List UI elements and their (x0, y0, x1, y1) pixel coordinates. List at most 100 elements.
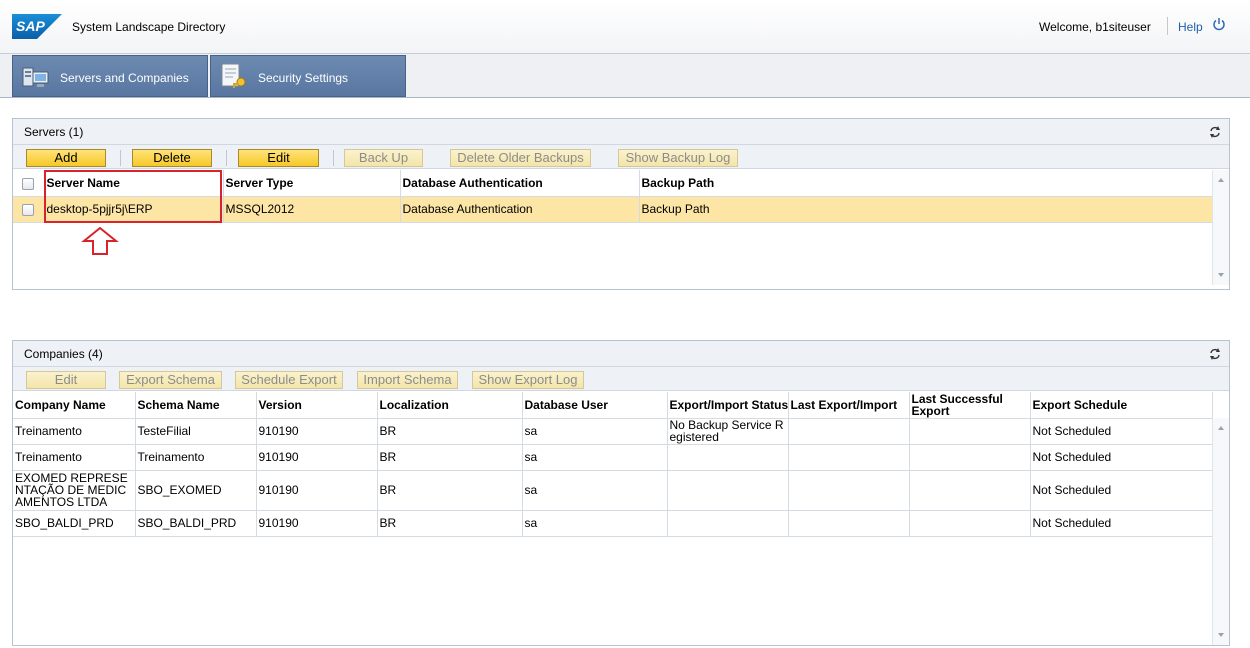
col-schema-name[interactable]: Schema Name (135, 392, 257, 419)
select-all-checkbox[interactable] (22, 177, 35, 190)
companies-scrollbar[interactable] (1212, 418, 1229, 645)
last-export-import-cell (788, 470, 910, 511)
show-backup-log-button[interactable]: Show Backup Log (618, 149, 738, 167)
refresh-icon[interactable] (1209, 126, 1221, 138)
col-last-export-import[interactable]: Last Export/Import (788, 392, 910, 419)
col-export-import-status[interactable]: Export/Import Status (667, 392, 789, 419)
tab-label: Servers and Companies (60, 71, 189, 85)
col-database-user[interactable]: Database User (522, 392, 668, 419)
svg-text:SAP: SAP (16, 18, 45, 34)
version-cell: 910190 (256, 510, 378, 537)
col-export-schedule[interactable]: Export Schedule (1030, 392, 1213, 419)
export-schema-button[interactable]: Export Schema (119, 371, 222, 389)
localization-cell: BR (377, 470, 523, 511)
company-name-cell: SBO_BALDI_PRD (13, 510, 136, 537)
export-schedule-cell: Not Scheduled (1030, 444, 1213, 471)
col-db-auth[interactable]: Database Authentication (400, 170, 640, 197)
annotation-highlight-box (44, 170, 222, 223)
toolbar-separator (120, 150, 121, 166)
table-row[interactable]: Treinamento Treinamento 910190 BR sa Not… (13, 444, 1213, 471)
row-checkbox[interactable] (22, 203, 35, 216)
col-backup-path[interactable]: Backup Path (639, 170, 1213, 197)
tab-servers-and-companies[interactable]: Servers and Companies (12, 55, 208, 97)
table-row[interactable]: Treinamento TesteFilial 910190 BR sa No … (13, 418, 1213, 445)
show-export-log-button[interactable]: Show Export Log (472, 371, 584, 389)
export-import-status-cell (667, 470, 789, 511)
back-up-button[interactable]: Back Up (344, 149, 423, 167)
col-last-successful-export[interactable]: Last Successful Export (909, 392, 1031, 419)
database-user-cell: sa (522, 510, 668, 537)
export-schedule-cell: Not Scheduled (1030, 470, 1213, 511)
schema-name-cell: SBO_BALDI_PRD (135, 510, 257, 537)
last-successful-export-cell (909, 470, 1031, 511)
company-name-cell: EXOMED REPRESENTAÇÃO DE MEDICAMENTOS LTD… (13, 470, 136, 511)
servers-icon (22, 67, 49, 87)
edit-company-button[interactable]: Edit (26, 371, 106, 389)
header-divider (1167, 17, 1168, 35)
welcome-text: Welcome, b1siteuser (1039, 20, 1151, 34)
last-successful-export-cell (909, 444, 1031, 471)
edit-button[interactable]: Edit (238, 149, 319, 167)
servers-panel-title: Servers (1) (24, 125, 84, 139)
tab-security-settings[interactable]: Security Settings (210, 55, 406, 97)
app-title: System Landscape Directory (72, 20, 226, 34)
server-type-cell: MSSQL2012 (223, 196, 401, 223)
toolbar-separator (226, 150, 227, 166)
app-header: SAP System Landscape Directory Welcome, … (0, 0, 1250, 54)
scroll-up-icon[interactable] (1217, 424, 1225, 432)
export-schedule-cell: Not Scheduled (1030, 510, 1213, 537)
sap-logo: SAP (12, 14, 62, 39)
export-import-status-cell (667, 510, 789, 537)
companies-panel-header: Companies (4) (13, 341, 1229, 367)
company-name-cell: Treinamento (13, 444, 136, 471)
database-user-cell: sa (522, 418, 668, 445)
last-export-import-cell (788, 510, 910, 537)
version-cell: 910190 (256, 470, 378, 511)
schema-name-cell: TesteFilial (135, 418, 257, 445)
tab-label: Security Settings (258, 71, 349, 85)
localization-cell: BR (377, 510, 523, 537)
delete-button[interactable]: Delete (132, 149, 212, 167)
localization-cell: BR (377, 418, 523, 445)
schema-name-cell: Treinamento (135, 444, 257, 471)
help-link[interactable]: Help (1178, 20, 1203, 34)
db-auth-cell: Database Authentication (400, 196, 640, 223)
companies-panel: Companies (4) Edit Export Schema Schedul… (12, 340, 1230, 646)
col-version[interactable]: Version (256, 392, 378, 419)
servers-panel-header: Servers (1) (13, 119, 1229, 145)
refresh-icon[interactable] (1209, 348, 1221, 360)
version-cell: 910190 (256, 444, 378, 471)
companies-panel-title: Companies (4) (24, 347, 103, 361)
import-schema-button[interactable]: Import Schema (357, 371, 458, 389)
servers-scrollbar[interactable] (1212, 170, 1229, 285)
row-select-cell (13, 196, 45, 223)
backup-path-cell: Backup Path (639, 196, 1213, 223)
col-server-type[interactable]: Server Type (223, 170, 401, 197)
delete-older-backups-button[interactable]: Delete Older Backups (450, 149, 591, 167)
export-import-status-cell (667, 444, 789, 471)
add-button[interactable]: Add (26, 149, 106, 167)
export-import-status-cell: No Backup Service Registered (667, 418, 789, 445)
last-successful-export-cell (909, 510, 1031, 537)
table-row[interactable]: SBO_BALDI_PRD SBO_BALDI_PRD 910190 BR sa… (13, 510, 1213, 537)
power-icon[interactable] (1212, 17, 1226, 31)
scroll-down-icon[interactable] (1217, 631, 1225, 639)
companies-header-row: Company Name Schema Name Version Localiz… (13, 392, 1213, 419)
table-row[interactable]: EXOMED REPRESENTAÇÃO DE MEDICAMENTOS LTD… (13, 470, 1213, 511)
servers-toolbar: Add Delete Edit Back Up Delete Older Bac… (13, 145, 1229, 169)
schedule-export-button[interactable]: Schedule Export (235, 371, 343, 389)
last-export-import-cell (788, 418, 910, 445)
last-successful-export-cell (909, 418, 1031, 445)
database-user-cell: sa (522, 470, 668, 511)
col-company-name[interactable]: Company Name (13, 392, 136, 419)
annotation-up-arrow-icon (81, 226, 119, 255)
company-name-cell: Treinamento (13, 418, 136, 445)
scroll-up-icon[interactable] (1217, 176, 1225, 184)
database-user-cell: sa (522, 444, 668, 471)
scroll-down-icon[interactable] (1217, 271, 1225, 279)
security-key-icon (221, 63, 246, 88)
col-localization[interactable]: Localization (377, 392, 523, 419)
export-schedule-cell: Not Scheduled (1030, 418, 1213, 445)
companies-table: Company Name Schema Name Version Localiz… (13, 392, 1213, 537)
tab-bar: Servers and Companies Security Settings (0, 54, 1250, 98)
